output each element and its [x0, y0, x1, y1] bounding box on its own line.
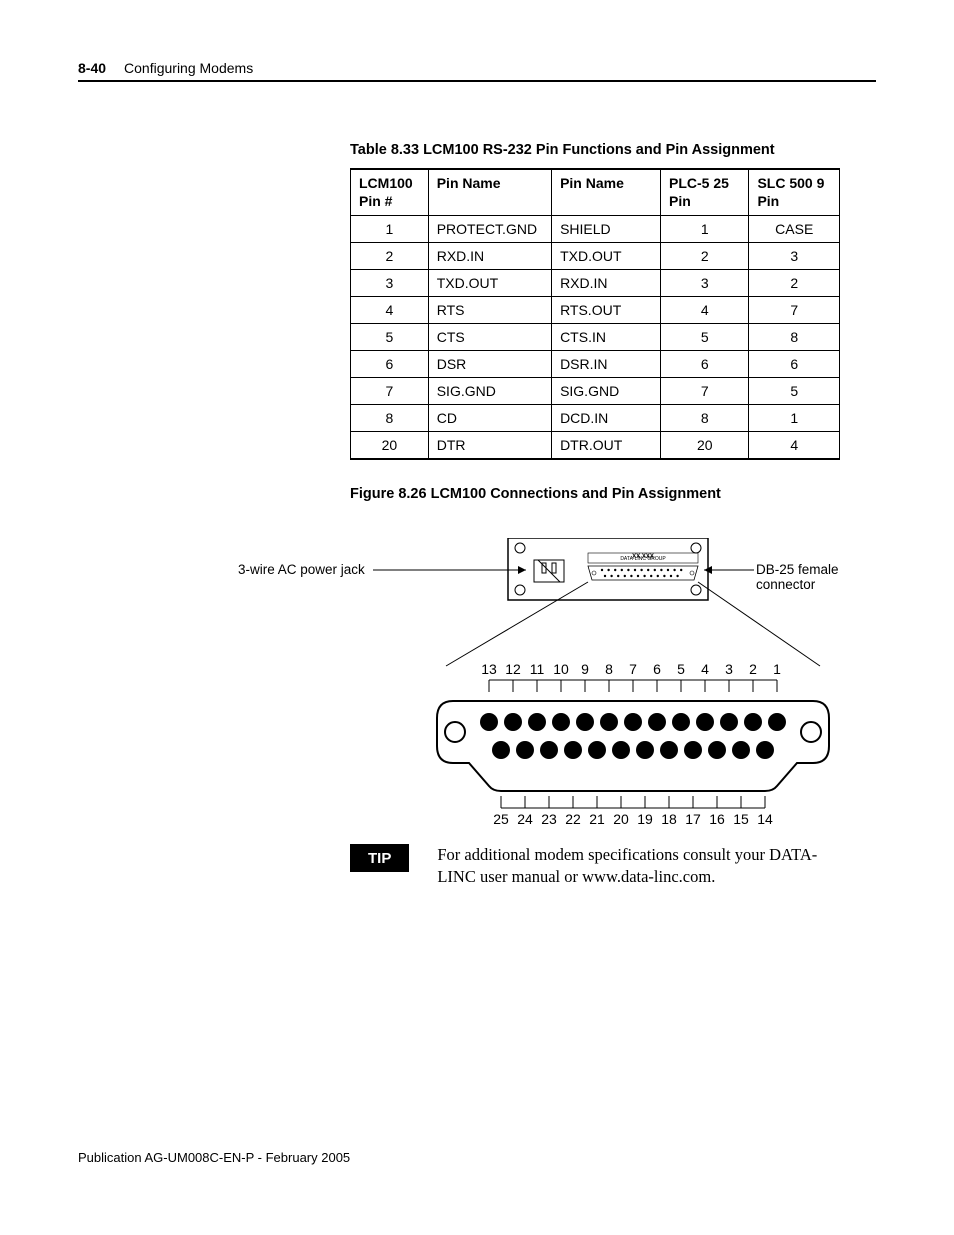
table-cell: 7 — [661, 378, 749, 405]
svg-text:5: 5 — [677, 661, 685, 677]
table-cell: DCD.IN — [552, 405, 661, 432]
table-cell: 7 — [351, 378, 429, 405]
svg-text:21: 21 — [589, 811, 605, 827]
table-cell: 1 — [351, 216, 429, 243]
table-row: 3TXD.OUTRXD.IN32 — [351, 270, 840, 297]
table-cell: SIG.GND — [428, 378, 551, 405]
table-cell: 3 — [351, 270, 429, 297]
svg-text:9: 9 — [581, 661, 589, 677]
pin-table: LCM100 Pin # Pin Name Pin Name PLC-5 25 … — [350, 168, 840, 460]
table-row: 6DSRDSR.IN66 — [351, 351, 840, 378]
col-plc5: PLC-5 25 Pin — [661, 169, 749, 216]
svg-text:6: 6 — [653, 661, 661, 677]
table-cell: 4 — [351, 297, 429, 324]
svg-text:15: 15 — [733, 811, 749, 827]
table-cell: 5 — [749, 378, 840, 405]
table-cell: 8 — [749, 324, 840, 351]
table-row: 4RTSRTS.OUT47 — [351, 297, 840, 324]
table-cell: 8 — [661, 405, 749, 432]
table-cell: CASE — [749, 216, 840, 243]
svg-text:12: 12 — [505, 661, 521, 677]
svg-text:2: 2 — [749, 661, 757, 677]
figure-caption: Figure 8.26 LCM100 Connections and Pin A… — [350, 486, 876, 502]
svg-text:13: 13 — [481, 661, 497, 677]
svg-text:23: 23 — [541, 811, 557, 827]
table-cell: 5 — [351, 324, 429, 351]
figure-diagram: 3-wire AC power jack DB-25 female connec… — [238, 538, 876, 828]
svg-text:19: 19 — [637, 811, 653, 827]
svg-text:8: 8 — [605, 661, 613, 677]
table-cell: 4 — [749, 432, 840, 460]
publication-footer: Publication AG-UM008C-EN-P - February 20… — [78, 1150, 350, 1165]
table-cell: 2 — [749, 270, 840, 297]
col-pinname2: Pin Name — [552, 169, 661, 216]
table-cell: TXD.OUT — [552, 243, 661, 270]
device-label-2: XX XXX — [632, 554, 654, 560]
table-cell: 2 — [661, 243, 749, 270]
svg-text:17: 17 — [685, 811, 701, 827]
section-title: Configuring Modems — [124, 60, 253, 76]
table-cell: PROTECT.GND — [428, 216, 551, 243]
table-cell: TXD.OUT — [428, 270, 551, 297]
table-cell: 5 — [661, 324, 749, 351]
table-row: 5CTSCTS.IN58 — [351, 324, 840, 351]
table-cell: 4 — [661, 297, 749, 324]
svg-text:1: 1 — [773, 661, 781, 677]
table-cell: RTS.OUT — [552, 297, 661, 324]
table-cell: CD — [428, 405, 551, 432]
table-cell: 6 — [351, 351, 429, 378]
table-cell: DTR.OUT — [552, 432, 661, 460]
svg-text:3: 3 — [725, 661, 733, 677]
table-cell: SHIELD — [552, 216, 661, 243]
tip-badge: TIP — [350, 844, 409, 872]
table-cell: 20 — [351, 432, 429, 460]
svg-text:24: 24 — [517, 811, 533, 827]
svg-text:20: 20 — [613, 811, 629, 827]
table-cell: RTS — [428, 297, 551, 324]
table-cell: 1 — [749, 405, 840, 432]
table-cell: 7 — [749, 297, 840, 324]
svg-text:7: 7 — [629, 661, 637, 677]
tip-block: TIP For additional modem specifications … — [350, 844, 876, 889]
svg-text:10: 10 — [553, 661, 569, 677]
table-cell: 3 — [661, 270, 749, 297]
table-cell: 6 — [661, 351, 749, 378]
callout-db25: DB-25 female connector — [756, 562, 876, 592]
table-row: 20DTRDTR.OUT204 — [351, 432, 840, 460]
table-cell: 6 — [749, 351, 840, 378]
svg-text:14: 14 — [757, 811, 773, 827]
table-row: 7SIG.GNDSIG.GND75 — [351, 378, 840, 405]
table-cell: CTS — [428, 324, 551, 351]
svg-text:18: 18 — [661, 811, 677, 827]
header-rule — [78, 80, 876, 82]
table-cell: RXD.IN — [552, 270, 661, 297]
table-cell: 3 — [749, 243, 840, 270]
table-caption: Table 8.33 LCM100 RS-232 Pin Functions a… — [350, 142, 876, 158]
page-number: 8-40 — [78, 60, 106, 76]
table-cell: DTR — [428, 432, 551, 460]
table-cell: 1 — [661, 216, 749, 243]
svg-text:16: 16 — [709, 811, 725, 827]
col-lcm100: LCM100 Pin # — [351, 169, 429, 216]
tip-text: For additional modem specifications cons… — [437, 844, 837, 889]
table-cell: 8 — [351, 405, 429, 432]
svg-text:25: 25 — [493, 811, 509, 827]
callout-power-jack: 3-wire AC power jack — [238, 562, 365, 577]
table-cell: SIG.GND — [552, 378, 661, 405]
page-header: 8-40 Configuring Modems — [78, 60, 876, 76]
table-row: 8CDDCD.IN81 — [351, 405, 840, 432]
col-pinname1: Pin Name — [428, 169, 551, 216]
table-cell: 2 — [351, 243, 429, 270]
svg-text:4: 4 — [701, 661, 709, 677]
table-cell: DSR — [428, 351, 551, 378]
svg-text:22: 22 — [565, 811, 581, 827]
table-cell: DSR.IN — [552, 351, 661, 378]
table-row: 2RXD.INTXD.OUT23 — [351, 243, 840, 270]
table-cell: CTS.IN — [552, 324, 661, 351]
table-cell: RXD.IN — [428, 243, 551, 270]
col-slc500: SLC 500 9 Pin — [749, 169, 840, 216]
table-cell: 20 — [661, 432, 749, 460]
table-row: 1PROTECT.GNDSHIELD1CASE — [351, 216, 840, 243]
svg-text:11: 11 — [530, 661, 545, 677]
